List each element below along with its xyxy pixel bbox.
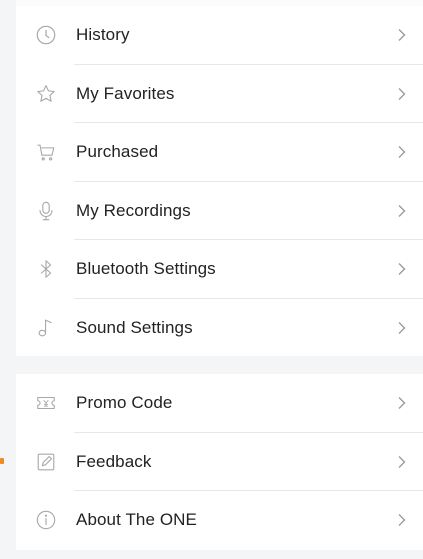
menu-item-my-favorites[interactable]: My Favorites xyxy=(16,65,423,123)
cart-icon xyxy=(34,140,58,164)
menu-item-label: Sound Settings xyxy=(76,317,193,337)
chevron-right-icon xyxy=(397,28,407,42)
info-icon xyxy=(34,508,58,532)
menu-item-sound-settings[interactable]: Sound Settings xyxy=(16,299,423,358)
menu-item-label: Bluetooth Settings xyxy=(76,259,216,279)
settings-screen: History My Favorites Purchased My Record… xyxy=(0,0,423,559)
menu-item-label: About The ONE xyxy=(76,510,197,530)
clock-icon xyxy=(34,23,58,47)
menu-group-main: History My Favorites Purchased My Record… xyxy=(16,6,423,356)
chevron-right-icon xyxy=(397,321,407,335)
menu-group-secondary: Promo Code Feedback About The ONE xyxy=(16,374,423,550)
menu-item-promo-code[interactable]: Promo Code xyxy=(16,374,423,433)
ticket-icon xyxy=(34,391,58,415)
menu-item-label: Promo Code xyxy=(76,393,173,413)
menu-item-about-the-one[interactable]: About The ONE xyxy=(16,491,423,550)
music-note-icon xyxy=(34,316,58,340)
chevron-right-icon xyxy=(397,204,407,218)
chevron-right-icon xyxy=(397,262,407,276)
menu-item-label: My Recordings xyxy=(76,200,191,220)
menu-item-label: History xyxy=(76,25,130,45)
menu-item-bluetooth-settings[interactable]: Bluetooth Settings xyxy=(16,240,423,299)
chevron-right-icon xyxy=(397,87,407,101)
bluetooth-icon xyxy=(34,257,58,281)
menu-item-history[interactable]: History xyxy=(16,6,423,65)
menu-item-feedback[interactable]: Feedback xyxy=(16,433,423,491)
chevron-right-icon xyxy=(397,145,407,159)
menu-item-label: My Favorites xyxy=(76,83,175,103)
menu-item-label: Feedback xyxy=(76,451,152,471)
star-icon xyxy=(34,82,58,106)
chevron-right-icon xyxy=(397,396,407,410)
microphone-icon xyxy=(34,199,58,223)
edit-icon xyxy=(34,450,58,474)
menu-item-label: Purchased xyxy=(76,142,159,162)
side-accent-mark xyxy=(0,458,4,464)
menu-item-my-recordings[interactable]: My Recordings xyxy=(16,182,423,240)
menu-item-purchased[interactable]: Purchased xyxy=(16,123,423,182)
chevron-right-icon xyxy=(397,455,407,469)
chevron-right-icon xyxy=(397,513,407,527)
